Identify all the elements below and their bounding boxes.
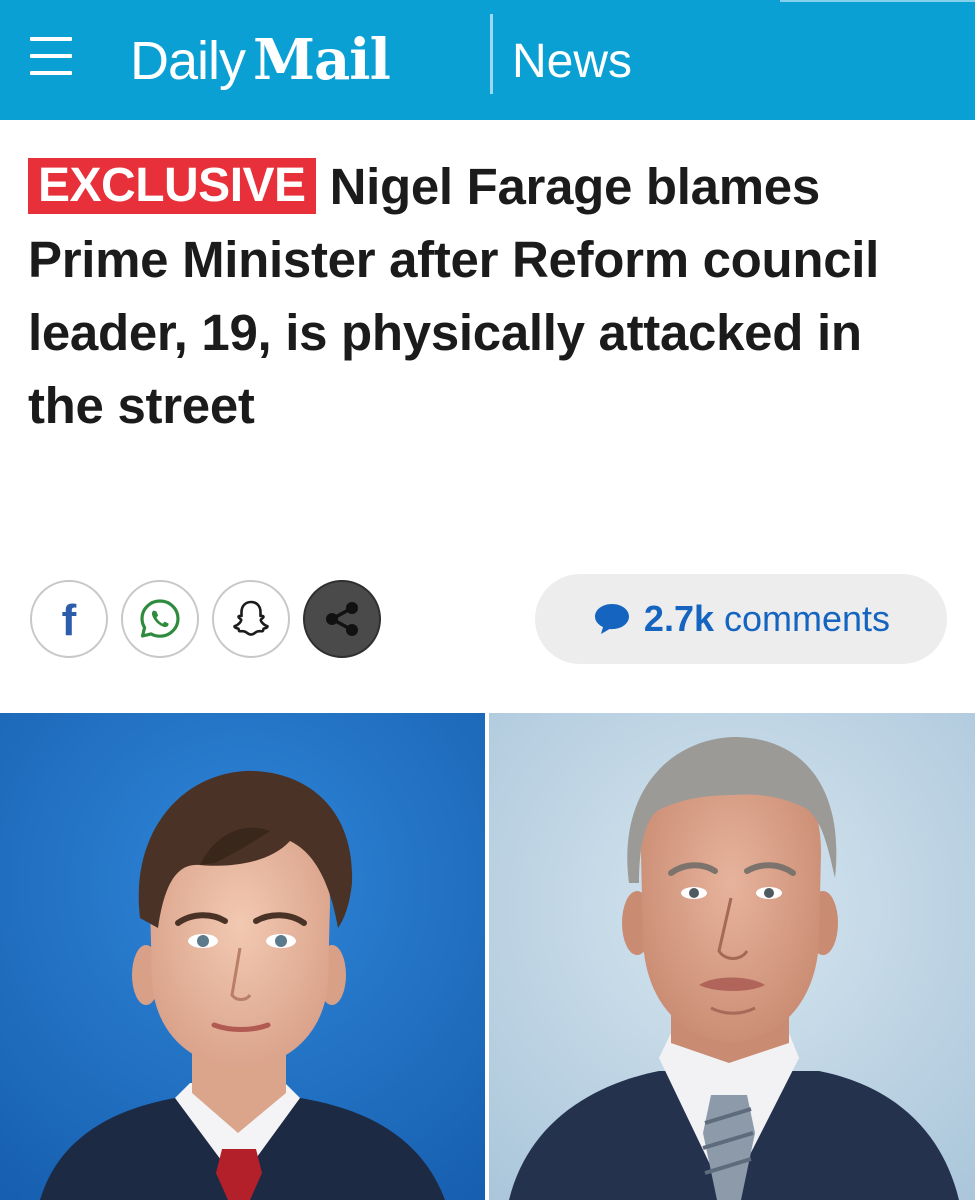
logo-mail-text: Mail	[253, 27, 391, 93]
logo-daily-text: Daily	[130, 31, 246, 91]
comments-label: 2.7k comments	[644, 598, 890, 640]
comments-word: comments	[724, 598, 891, 639]
facebook-icon: f	[61, 596, 77, 645]
snapchat-share-button[interactable]	[212, 580, 290, 658]
header-accent-line	[780, 0, 975, 2]
speech-bubble-icon	[594, 604, 629, 634]
comments-count: 2.7k	[643, 598, 714, 639]
young-man-portrait	[0, 713, 485, 1200]
daily-mail-logo[interactable]: Daily Mail	[130, 20, 391, 100]
whatsapp-icon	[140, 599, 180, 638]
comments-button[interactable]: 2.7k comments	[535, 574, 947, 664]
article-image-right[interactable]	[489, 713, 975, 1200]
whatsapp-share-button[interactable]	[121, 580, 199, 658]
article-headline: EXCLUSIVE Nigel Farage blames Prime Minis…	[28, 150, 948, 442]
older-man-portrait	[489, 713, 975, 1200]
snapchat-icon	[233, 600, 269, 636]
article-image-left[interactable]	[0, 713, 485, 1200]
section-link-news[interactable]: News	[512, 30, 632, 94]
share-icon	[326, 602, 358, 636]
more-share-button[interactable]	[303, 580, 381, 658]
facebook-share-button[interactable]: f	[30, 580, 108, 658]
logo-divider	[490, 14, 493, 94]
hamburger-menu-icon[interactable]	[30, 33, 78, 81]
top-navigation-bar: Daily Mail News	[0, 0, 975, 120]
exclusive-badge: EXCLUSIVE	[28, 158, 316, 214]
